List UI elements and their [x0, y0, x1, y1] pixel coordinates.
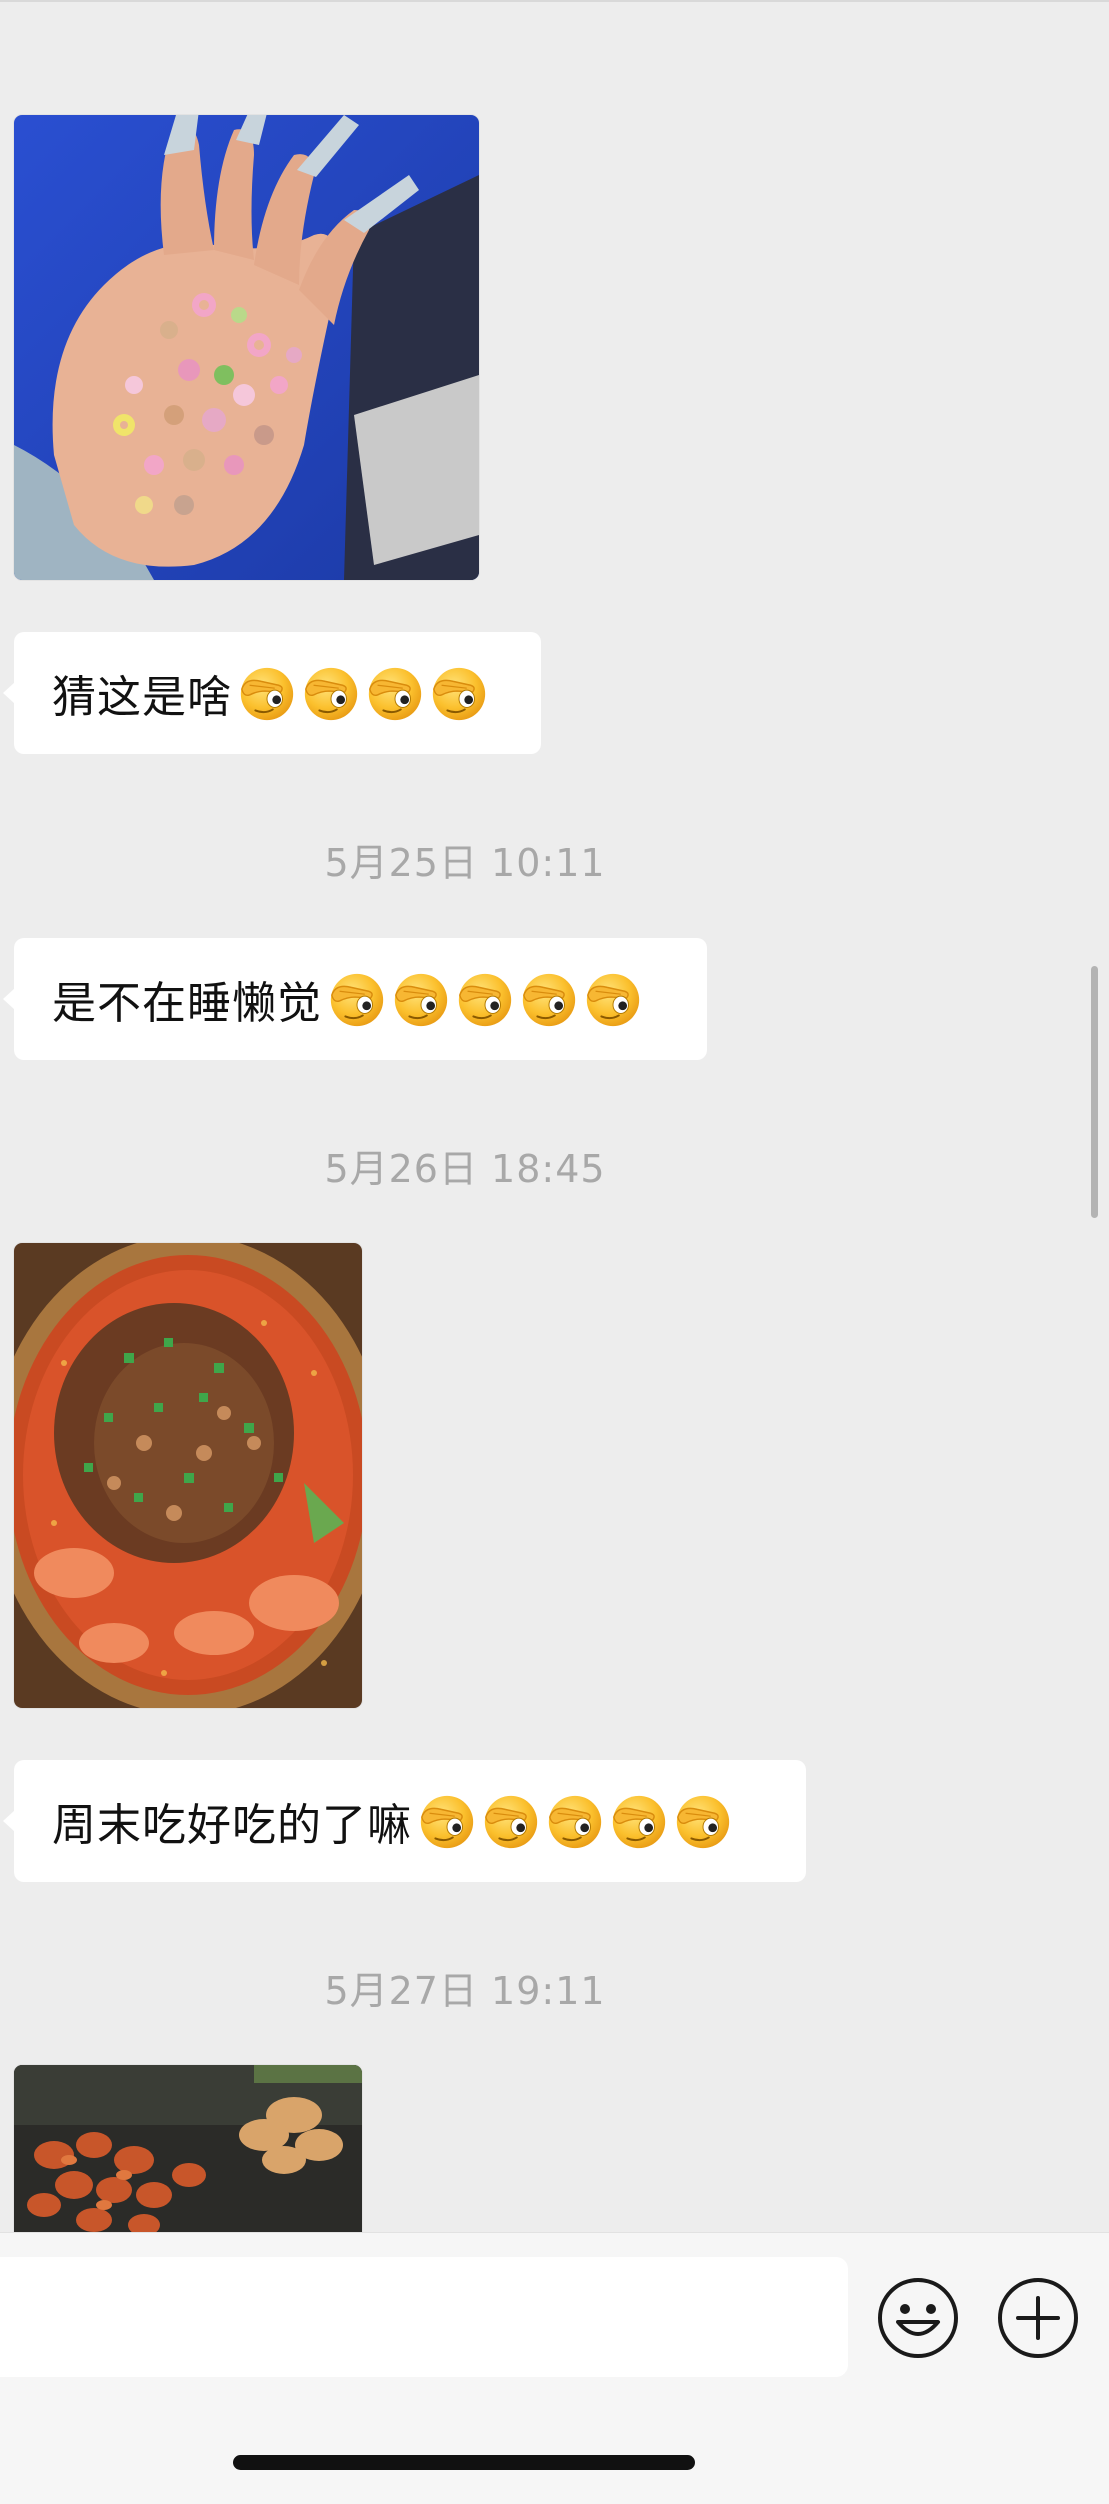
peek-face-emoji-icon	[608, 1790, 670, 1852]
chat-area[interactable]: 猜这是啥 5月25日 10:11 是不在睡懒觉 5月26日 18:45 周末吃好…	[0, 0, 1109, 2232]
message-text: 是不在睡懒觉	[52, 978, 322, 1029]
emoji-group	[326, 968, 646, 1030]
peek-face-emoji-icon	[300, 662, 362, 724]
peek-face-emoji-icon	[416, 1790, 478, 1852]
chat-image-fried-snacks[interactable]	[14, 2065, 362, 2232]
peek-face-emoji-icon	[518, 968, 580, 1030]
peek-face-emoji-icon	[236, 662, 298, 724]
beads-photo	[14, 115, 479, 580]
peek-face-emoji-icon	[582, 968, 644, 1030]
peek-face-emoji-icon	[428, 662, 490, 724]
chat-image-spicy-dish[interactable]	[14, 1243, 362, 1708]
message-input[interactable]	[0, 2257, 848, 2377]
peek-face-emoji-icon	[454, 968, 516, 1030]
peek-face-emoji-icon	[480, 1790, 542, 1852]
emoji-group	[416, 1790, 736, 1852]
smiley-face-icon[interactable]	[876, 2276, 960, 2360]
timestamp: 5月27日 19:11	[324, 1969, 606, 2013]
fried-snacks-photo	[14, 2065, 362, 2232]
message-bubble[interactable]: 周末吃好吃的了嘛	[3, 1760, 806, 1882]
peek-face-emoji-icon	[672, 1790, 734, 1852]
timestamp: 5月26日 18:45	[324, 1147, 606, 1191]
timestamp: 5月25日 10:11	[324, 841, 606, 885]
message-text: 猜这是啥	[52, 672, 232, 723]
peek-face-emoji-icon	[390, 968, 452, 1030]
message-bubble[interactable]: 猜这是啥	[3, 632, 541, 754]
peek-face-emoji-icon	[544, 1790, 606, 1852]
header-divider	[0, 0, 1109, 2]
plus-circle-icon[interactable]	[996, 2276, 1080, 2360]
peek-face-emoji-icon	[364, 662, 426, 724]
emoji-group	[236, 662, 492, 724]
spicy-dish-photo	[14, 1243, 362, 1708]
chat-image-beads[interactable]	[14, 115, 479, 580]
scrollbar[interactable]	[1091, 966, 1098, 1218]
message-text: 周末吃好吃的了嘛	[52, 1800, 412, 1851]
home-indicator[interactable]	[233, 2455, 695, 2470]
peek-face-emoji-icon	[326, 968, 388, 1030]
message-bubble[interactable]: 是不在睡懒觉	[3, 938, 707, 1060]
